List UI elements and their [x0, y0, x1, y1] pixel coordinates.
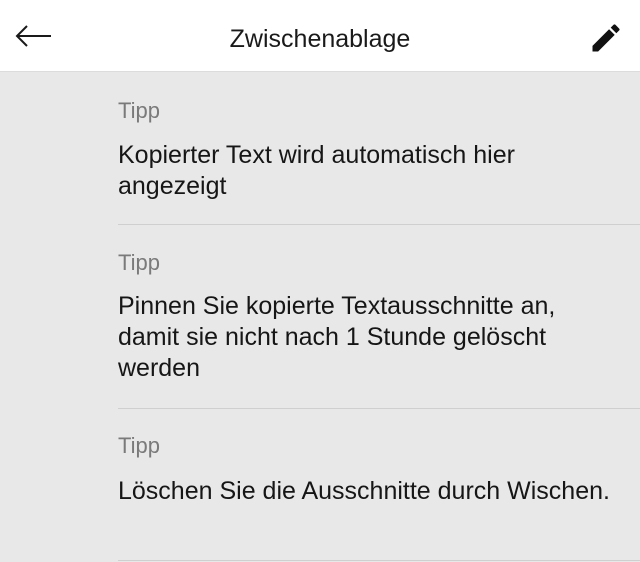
tip-label: Tipp — [118, 433, 160, 458]
page-title: Zwischenablage — [229, 25, 411, 53]
tip-label: Tipp — [118, 250, 160, 275]
list-item: Tipp Löschen Sie die Ausschnitte durch W… — [118, 409, 640, 561]
tip-text: Kopierter Text wird automatisch hier ang… — [118, 141, 515, 200]
list-item: Tipp Kopierter Text wird automatisch hie… — [118, 72, 640, 225]
top-app-bar: Zwischenablage — [0, 0, 640, 72]
tip-label: Tipp — [118, 98, 160, 123]
list-item: Tipp Pinnen Sie kopierte Textausschnitte… — [118, 225, 640, 409]
pencil-icon — [592, 24, 620, 52]
tip-text: Pinnen Sie kopierte Textausschnitte an, … — [118, 292, 556, 382]
tip-text: Löschen Sie die Ausschnitte durch Wische… — [118, 477, 610, 505]
clipboard-list: Tipp Kopierter Text wird automatisch hie… — [0, 72, 640, 561]
edit-button[interactable] — [584, 16, 628, 60]
